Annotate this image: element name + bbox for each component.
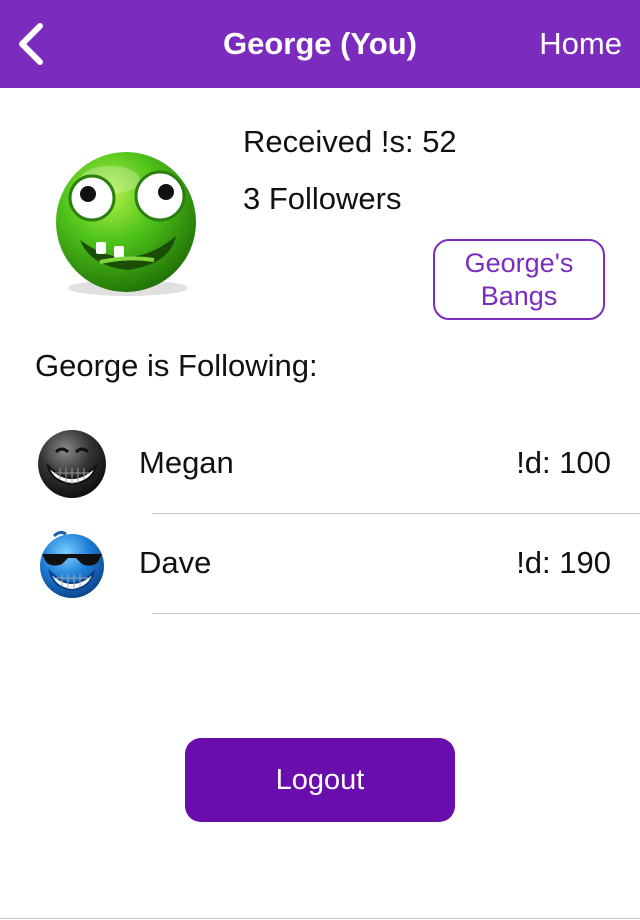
following-name: Dave: [139, 545, 212, 580]
following-row[interactable]: Dave !d: 190: [0, 514, 640, 614]
followers-count: 3 Followers: [243, 181, 402, 216]
bangs-button[interactable]: George's Bangs: [433, 239, 605, 320]
bottom-divider: [0, 918, 640, 919]
row-divider: [152, 613, 640, 614]
back-chevron-icon[interactable]: [14, 22, 50, 66]
received-count: Received !s: 52: [243, 124, 457, 159]
nav-bar: George (You) Home: [0, 0, 640, 88]
home-button[interactable]: Home: [539, 26, 622, 62]
logout-button[interactable]: Logout: [185, 738, 455, 822]
profile-avatar-icon: [50, 146, 206, 302]
following-row[interactable]: Megan !d: 100: [0, 414, 640, 514]
blue-sunglasses-smiley-icon: [36, 528, 108, 600]
following-name: Megan: [139, 445, 234, 480]
following-score: !d: 100: [516, 445, 611, 480]
following-heading: George is Following:: [35, 348, 318, 383]
black-grinning-smiley-icon: [36, 428, 108, 500]
following-score: !d: 190: [516, 545, 611, 580]
